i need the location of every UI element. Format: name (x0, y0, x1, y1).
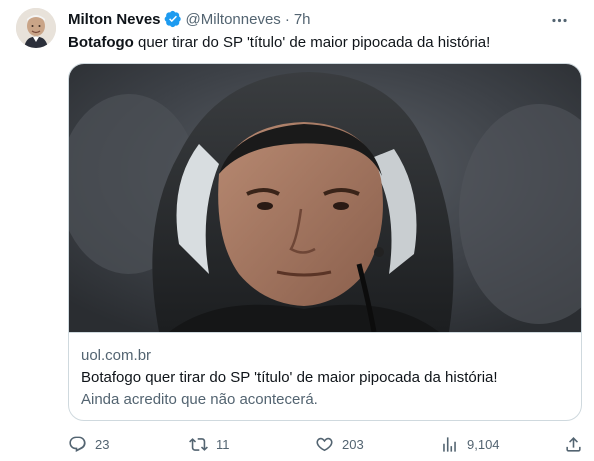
tweet[interactable]: Milton Neves @Miltonneves · 7h Botafogo … (0, 0, 594, 461)
card-divider (69, 332, 581, 333)
tweet-text-rest: quer tirar do SP 'título' de maior pipoc… (133, 34, 491, 51)
author-name[interactable]: Milton Neves (68, 11, 161, 28)
link-card[interactable]: uol.com.br Botafogo quer tirar do SP 'tí… (68, 63, 582, 421)
views-icon (443, 436, 456, 452)
retweet-icon (189, 437, 208, 451)
reply-icon (69, 436, 86, 452)
card-body[interactable]: uol.com.br Botafogo quer tirar do SP 'tí… (81, 346, 569, 410)
reply-count: 23 (95, 436, 110, 452)
card-description: Ainda acredito que não acontecerá. (81, 391, 318, 408)
author-handle[interactable]: @Miltonneves (186, 11, 281, 28)
views-count: 9,104 (467, 436, 500, 452)
card-title: Botafogo quer tirar do SP 'título' de ma… (81, 369, 498, 386)
reply-button[interactable]: 23 (68, 432, 109, 456)
avatar[interactable] (16, 8, 56, 48)
card-domain: uol.com.br (81, 347, 152, 364)
separator-dot: · (284, 10, 290, 28)
retweet-button[interactable]: 11 (189, 432, 230, 456)
like-button[interactable]: 203 (315, 432, 364, 456)
tweet-header: Milton Neves @Miltonneves · 7h (68, 9, 578, 29)
like-count: 203 (342, 436, 364, 452)
like-icon (316, 437, 333, 451)
verified-badge-icon (164, 10, 182, 28)
timestamp[interactable]: 7h (294, 11, 311, 28)
action-bar: 23 11 203 9,104 (68, 432, 582, 456)
card-image[interactable] (69, 64, 581, 332)
retweet-count: 11 (216, 436, 230, 452)
share-icon (566, 436, 581, 452)
tweet-text-bold: Botafogo (68, 34, 134, 51)
tweet-text: Botafogo quer tirar do SP 'título' de ma… (68, 33, 578, 53)
more-icon[interactable] (548, 9, 570, 31)
views-button[interactable]: 9,104 (440, 432, 500, 456)
share-button[interactable] (564, 432, 583, 456)
